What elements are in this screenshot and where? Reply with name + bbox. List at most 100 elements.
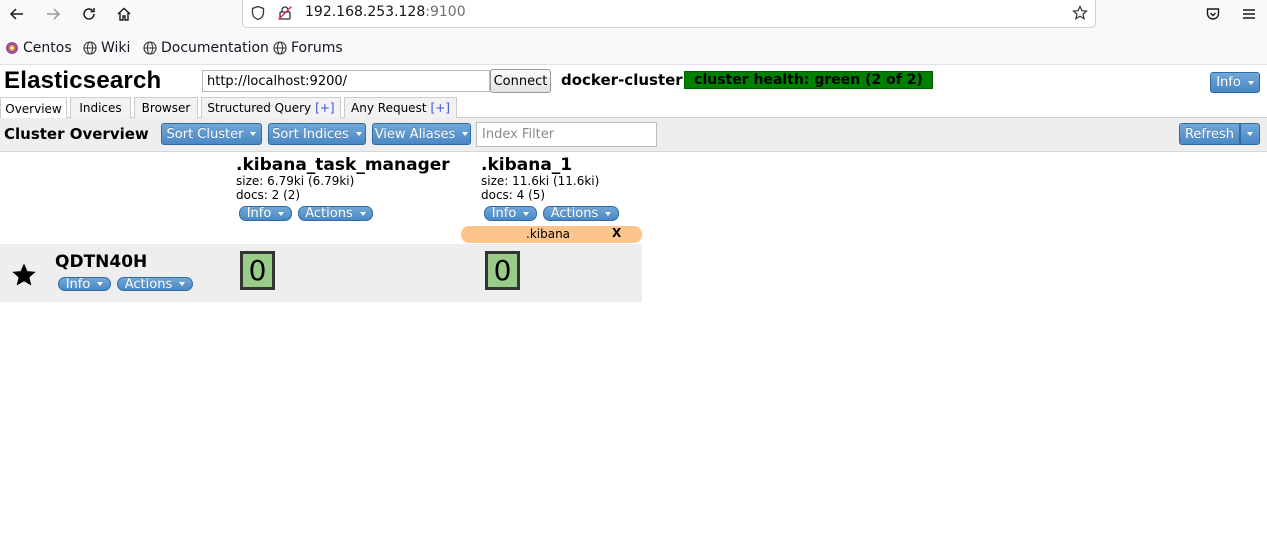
url-port: :9100 — [425, 4, 466, 20]
node-info-button[interactable]: Info — [58, 276, 111, 292]
connect-url-input[interactable] — [202, 70, 490, 92]
cluster-overview-toolbar: Cluster Overview Sort Cluster Sort Indic… — [0, 118, 1267, 152]
view-aliases-button[interactable]: View Aliases — [372, 123, 471, 145]
back-arrow-icon — [9, 8, 23, 20]
tab-plus[interactable]: [+] — [431, 101, 450, 115]
reload-button[interactable] — [76, 1, 102, 27]
button-label: Info — [491, 206, 517, 221]
bookmark-documentation[interactable]: Documentation — [143, 40, 269, 56]
cluster-name: docker-cluster — [561, 71, 683, 89]
caret-down-icon — [1247, 80, 1254, 85]
address-bar[interactable]: 192.168.253.128:9100 — [242, 0, 1096, 28]
forward-arrow-icon — [47, 8, 61, 20]
bookmark-forums[interactable]: Forums — [273, 40, 343, 56]
caret-down-icon — [278, 211, 285, 216]
tab-browser[interactable]: Browser — [134, 97, 198, 118]
index-size: size: 11.6ki (11.6ki) — [481, 174, 600, 188]
globe-icon — [83, 41, 97, 55]
home-button[interactable] — [111, 1, 137, 27]
caret-down-icon — [605, 211, 612, 216]
hamburger-menu-icon — [1243, 9, 1255, 19]
tab-overview[interactable]: Overview — [0, 97, 67, 119]
caret-down-icon — [355, 132, 362, 136]
index-actions-button[interactable]: Actions — [543, 206, 619, 221]
button-label: Actions — [305, 206, 353, 221]
tab-label: Indices — [79, 101, 122, 115]
button-label: Info — [1216, 75, 1241, 90]
url-host: 192.168.253.128 — [305, 4, 426, 20]
tab-indices[interactable]: Indices — [70, 97, 131, 118]
forward-button[interactable] — [40, 1, 66, 27]
url-text[interactable]: 192.168.253.128:9100 — [305, 4, 466, 20]
bookmark-label: Wiki — [101, 40, 131, 56]
refresh-button[interactable]: Refresh — [1179, 123, 1240, 145]
bookmark-label: Forums — [291, 40, 343, 56]
home-icon — [117, 7, 131, 21]
tab-any-request[interactable]: Any Request [+] — [344, 97, 457, 118]
button-label: Sort Cluster — [166, 126, 244, 142]
globe-icon — [143, 41, 157, 55]
index-name: .kibana_task_manager — [236, 155, 450, 175]
button-label: View Aliases — [374, 126, 456, 142]
caret-down-icon — [250, 132, 257, 136]
shield-icon[interactable] — [250, 5, 266, 21]
bookmark-star-icon[interactable] — [1072, 5, 1088, 21]
button-label: Info — [65, 276, 91, 292]
caret-down-icon — [462, 132, 469, 136]
remove-alias-button[interactable]: X — [612, 226, 621, 240]
index-filter-input[interactable] — [476, 122, 657, 147]
index-actions-button[interactable]: Actions — [298, 206, 373, 221]
index-size: size: 6.79ki (6.79ki) — [236, 174, 355, 188]
button-label: Actions — [124, 276, 173, 292]
cluster-health-badge: cluster health: green (2 of 2) — [684, 71, 933, 89]
node-row: QDTN40H Info Actions 0 0 — [0, 244, 642, 302]
reload-icon — [83, 8, 95, 20]
index-info-button[interactable]: Info — [484, 206, 537, 221]
header-info-button[interactable]: Info — [1210, 72, 1260, 93]
node-actions-button[interactable]: Actions — [117, 276, 193, 292]
tab-label: Structured Query — [207, 101, 312, 115]
tab-label: Any Request — [351, 101, 427, 115]
sort-cluster-button[interactable]: Sort Cluster — [161, 123, 262, 145]
shard[interactable]: 0 — [485, 251, 520, 290]
bookmark-wiki[interactable]: Wiki — [83, 40, 130, 56]
centos-icon — [6, 42, 18, 54]
shard[interactable]: 0 — [240, 251, 275, 290]
tab-plus[interactable]: [+] — [315, 101, 334, 115]
pocket-button[interactable] — [1200, 1, 1226, 27]
button-label: Actions — [550, 206, 599, 221]
caret-down-icon — [179, 282, 186, 286]
index-info-button[interactable]: Info — [239, 206, 292, 221]
app-menu-button[interactable] — [1236, 1, 1262, 27]
index-docs: docs: 4 (5) — [481, 188, 546, 202]
app-title: Elasticsearch — [4, 67, 162, 94]
caret-down-icon — [359, 211, 366, 216]
index-docs: docs: 2 (2) — [236, 188, 301, 202]
globe-icon — [273, 41, 287, 55]
bookmark-label: Documentation — [161, 40, 269, 56]
refresh-interval-dropdown[interactable] — [1240, 123, 1260, 145]
master-node-star-icon — [12, 263, 36, 286]
connect-button[interactable]: Connect — [490, 69, 551, 93]
caret-down-icon — [97, 282, 104, 286]
bookmark-label: Centos — [23, 40, 72, 56]
tab-bar: Overview Indices Browser Structured Quer… — [0, 97, 1267, 119]
sort-indices-button[interactable]: Sort Indices — [268, 123, 366, 145]
bookmark-centos[interactable]: Centos — [5, 40, 72, 56]
pocket-icon — [1206, 8, 1220, 20]
node-name: QDTN40H — [55, 252, 148, 272]
back-button[interactable] — [4, 1, 30, 27]
toolbar-title: Cluster Overview — [4, 125, 149, 143]
alias-name: .kibana — [526, 227, 571, 241]
button-label: Refresh — [1184, 126, 1235, 142]
tab-structured-query[interactable]: Structured Query [+] — [201, 97, 341, 118]
caret-down-icon — [1247, 132, 1253, 136]
alias-bar[interactable]: .kibana X — [461, 226, 642, 243]
tab-label: Overview — [5, 101, 62, 116]
tab-label: Browser — [141, 101, 191, 115]
app-header: Elasticsearch Connect docker-cluster clu… — [0, 66, 1267, 96]
button-label: Info — [246, 206, 272, 221]
insecure-lock-icon[interactable] — [277, 5, 293, 21]
browser-chrome: 192.168.253.128:9100 Centos Wiki Documen… — [0, 0, 1267, 65]
button-label: Sort Indices — [272, 126, 349, 142]
